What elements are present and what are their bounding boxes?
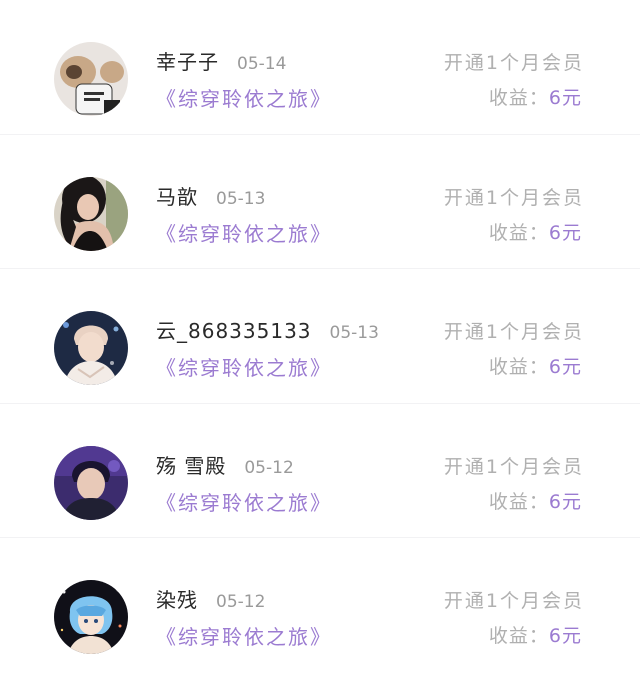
list-item[interactable]: 殇 雪殿 05-12 《综穿聆依之旅》 开通1个月会员 收益：6元: [0, 404, 640, 538]
list-item[interactable]: 云_868335133 05-13 《综穿聆依之旅》 开通1个月会员 收益：6元: [0, 269, 640, 404]
user-name[interactable]: 幸子子: [156, 46, 219, 75]
income-line: 收益：6元: [489, 621, 582, 648]
income-label: 收益：: [488, 221, 549, 244]
member-record-list: 幸子子 05-14 《综穿聆依之旅》 开通1个月会员 收益：6元 马歆 05-1…: [0, 0, 640, 673]
income-label: 收益：: [488, 87, 549, 109]
list-item[interactable]: 染残 05-12 《综穿聆依之旅》 开通1个月会员 收益：6元: [0, 538, 640, 673]
singer-photo-avatar-icon: [54, 311, 128, 385]
book-title-link[interactable]: 《综穿聆依之旅》: [156, 352, 332, 381]
income-label: 收益：: [488, 490, 549, 513]
book-title-link[interactable]: 《综穿聆依之旅》: [156, 487, 332, 516]
user-name[interactable]: 染残: [156, 584, 198, 613]
name-line: 染残 05-12: [156, 584, 265, 612]
avatar[interactable]: [54, 176, 128, 251]
user-name[interactable]: 殇 雪殿: [156, 450, 226, 479]
membership-action: 开通1个月会员: [443, 52, 584, 74]
name-line: 云_868335133 05-13: [156, 315, 379, 343]
income-label: 收益：: [488, 625, 549, 647]
book-title-link[interactable]: 《综穿聆依之旅》: [156, 621, 332, 650]
income-value: 6元: [548, 490, 582, 513]
avatar[interactable]: [54, 311, 128, 385]
avatar[interactable]: [54, 580, 128, 654]
income-line: 收益：6元: [489, 218, 582, 245]
avatar[interactable]: [54, 445, 128, 520]
record-date: 05-12: [244, 457, 294, 478]
user-name[interactable]: 马歆: [156, 181, 198, 210]
list-item[interactable]: 幸子子 05-14 《综穿聆依之旅》 开通1个月会员 收益：6元: [0, 0, 640, 135]
book-title-link[interactable]: 《综穿聆依之旅》: [156, 218, 332, 247]
income-value: 6元: [548, 356, 582, 378]
membership-action: 开通1个月会员: [443, 321, 584, 343]
book-title-link[interactable]: 《综穿聆依之旅》: [156, 83, 332, 112]
name-line: 殇 雪殿 05-12: [156, 450, 294, 478]
income-label: 收益：: [488, 356, 549, 378]
membership-action: 开通1个月会员: [443, 590, 584, 612]
avatar[interactable]: [54, 42, 128, 116]
record-date: 05-13: [216, 188, 266, 209]
membership-action: 开通1个月会员: [443, 186, 584, 209]
income-value: 6元: [548, 625, 582, 647]
income-line: 收益：6元: [489, 487, 582, 514]
income-value: 6元: [548, 87, 582, 109]
user-name[interactable]: 云_868335133: [156, 315, 312, 344]
name-line: 幸子子 05-14: [156, 46, 286, 74]
record-date: 05-12: [216, 592, 266, 612]
list-item[interactable]: 马歆 05-13 《综穿聆依之旅》 开通1个月会员 收益：6元: [0, 135, 640, 269]
man-purple-photo-avatar-icon: [54, 445, 128, 520]
income-line: 收益：6元: [489, 83, 582, 110]
income-value: 6元: [548, 221, 582, 244]
dog-photo-avatar-icon: [54, 42, 128, 116]
anime-girl-avatar-icon: [54, 580, 128, 654]
record-date: 05-14: [237, 54, 287, 74]
record-date: 05-13: [329, 323, 379, 343]
income-line: 收益：6元: [489, 352, 582, 379]
name-line: 马歆 05-13: [156, 181, 265, 209]
woman-photo-avatar-icon: [54, 176, 128, 251]
membership-action: 开通1个月会员: [443, 455, 584, 478]
